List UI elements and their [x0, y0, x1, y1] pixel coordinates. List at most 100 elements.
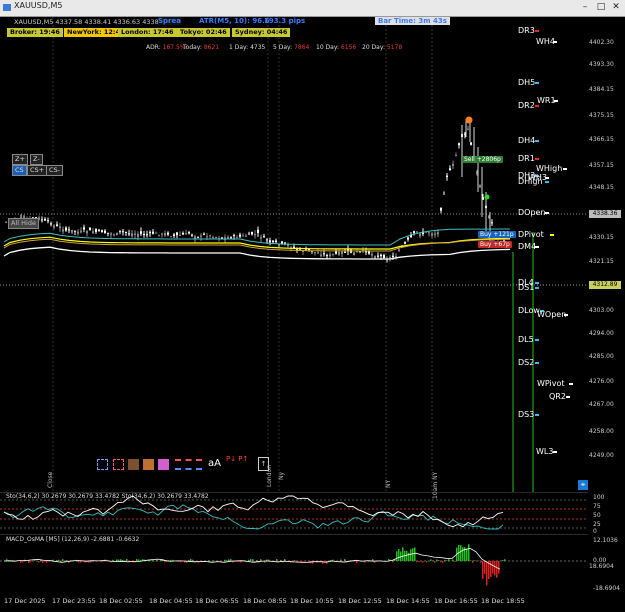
candle-body [107, 232, 109, 234]
candle-body [167, 232, 169, 235]
osma-bar [354, 561, 356, 562]
candle-body [146, 234, 148, 236]
dashed-box-icon[interactable] [97, 459, 108, 470]
price-tick-label: 4276.00 [589, 378, 614, 385]
osma-bar [448, 559, 450, 561]
candle-body [437, 232, 439, 235]
blue-square-icon[interactable]: ⌖ [578, 480, 588, 490]
candle-body [392, 255, 394, 257]
candle-body [65, 227, 67, 231]
candle-body [56, 224, 58, 227]
adr-item: Today: 8621 [183, 44, 219, 51]
osma-bar [466, 549, 468, 561]
candle-body [143, 233, 145, 235]
close-button[interactable]: ✕ [610, 2, 622, 13]
brown-box-icon[interactable] [128, 459, 139, 470]
time-tick-label: 18 Dec 14:55 [386, 597, 430, 605]
buy-trade-tag-2[interactable]: Buy +67p [478, 241, 512, 248]
candle-body [248, 233, 250, 235]
osma-bar [56, 560, 58, 561]
candle-body [281, 241, 283, 244]
candle-body [161, 233, 163, 235]
candle-body [53, 225, 55, 228]
adr-item: 1 Day: 4735 [229, 44, 265, 51]
candle-body [338, 251, 340, 255]
time-tick-label: 17 Dec 23:55 [52, 597, 96, 605]
maximize-button[interactable]: □ [595, 2, 607, 13]
candle-body [122, 231, 124, 233]
osma-bar [440, 561, 442, 563]
candle-body [197, 236, 199, 238]
candle-body [110, 233, 112, 235]
zoom-out-button[interactable]: Z- [30, 154, 43, 165]
price-tick-label: 4384.15 [589, 86, 614, 93]
price-chart[interactable] [0, 17, 588, 492]
sell-entry-marker[interactable] [465, 116, 473, 124]
candle-body [221, 237, 223, 239]
candle-body [269, 240, 271, 243]
level-label-ds2: DS2 [518, 358, 535, 367]
dash-lines-icon[interactable] [175, 459, 202, 470]
candle-body [344, 251, 346, 253]
time-tick-label: 18 Dec 06:55 [195, 597, 239, 605]
candle-body [326, 255, 328, 257]
window-title: XAUUSD,M5 [14, 1, 63, 10]
osma-bar [240, 561, 242, 563]
ma-white-line [3, 246, 511, 260]
all-hide-button[interactable]: All Hide [8, 218, 39, 229]
sell-trade-tag[interactable]: Sell +2806p [462, 156, 503, 163]
osma-bar [38, 561, 40, 563]
price-tick-label: 4330.15 [589, 234, 614, 241]
candle-body [185, 233, 187, 235]
session-label: 10am NY [432, 471, 439, 499]
buy-trade-tag[interactable]: Buy +121p [478, 231, 516, 238]
candle-body [74, 230, 76, 232]
osma-bar [280, 559, 282, 561]
adr-item-value: 4735 [250, 44, 266, 51]
candle-body [140, 231, 142, 234]
adr-item-value: 7864 [294, 44, 310, 51]
adr-item-label: Today: [183, 44, 204, 51]
osma-bar [228, 559, 230, 561]
candle-body [404, 242, 406, 244]
level-label-dr2: DR2 [518, 101, 535, 110]
adr-item-label: 1 Day: [229, 44, 251, 51]
text-aa-icon[interactable]: aA [208, 458, 221, 469]
osma-bar [212, 560, 214, 561]
osma-bar [442, 561, 444, 563]
candle-body [335, 251, 337, 254]
cs-button[interactable]: CS [12, 165, 27, 176]
level-label-dr3: DR3 [518, 26, 535, 35]
adr-item-value: 6156 [340, 44, 357, 51]
osma-bar [22, 561, 24, 563]
level-marker [553, 451, 557, 453]
session-label: Ny [278, 471, 285, 480]
level-marker [545, 181, 549, 183]
cs-plus-button[interactable]: CS+ [27, 165, 48, 176]
osma-bar [152, 559, 154, 561]
cs-minus-button[interactable]: CS- [46, 165, 64, 176]
osma-bar [112, 559, 114, 561]
dashed-red-box-icon[interactable] [113, 459, 124, 470]
level-marker [569, 383, 573, 385]
candle-body [44, 218, 46, 221]
magenta-box-icon[interactable] [158, 459, 169, 470]
candle-body [440, 207, 442, 211]
orange-box-icon[interactable] [143, 459, 154, 470]
minimize-button[interactable]: – [579, 2, 591, 13]
candle-body [89, 227, 91, 231]
price-marker-box: 4312.89 [589, 281, 621, 289]
price-labels-icon[interactable]: P↓ P↑ [226, 456, 248, 463]
stochastic-axis-label: 100 [593, 494, 605, 501]
adr-item: 10 Day: 6156 [316, 44, 356, 51]
candle-body [341, 251, 343, 255]
osma-bar [42, 561, 44, 563]
level-marker [535, 287, 539, 289]
osma-bar [188, 559, 190, 561]
candle-body [170, 236, 172, 238]
candle-body [179, 234, 181, 236]
osma-bar [150, 560, 152, 561]
macd-panel[interactable] [0, 534, 588, 594]
zoom-in-button[interactable]: Z+ [12, 154, 28, 165]
osma-bar [250, 559, 252, 561]
